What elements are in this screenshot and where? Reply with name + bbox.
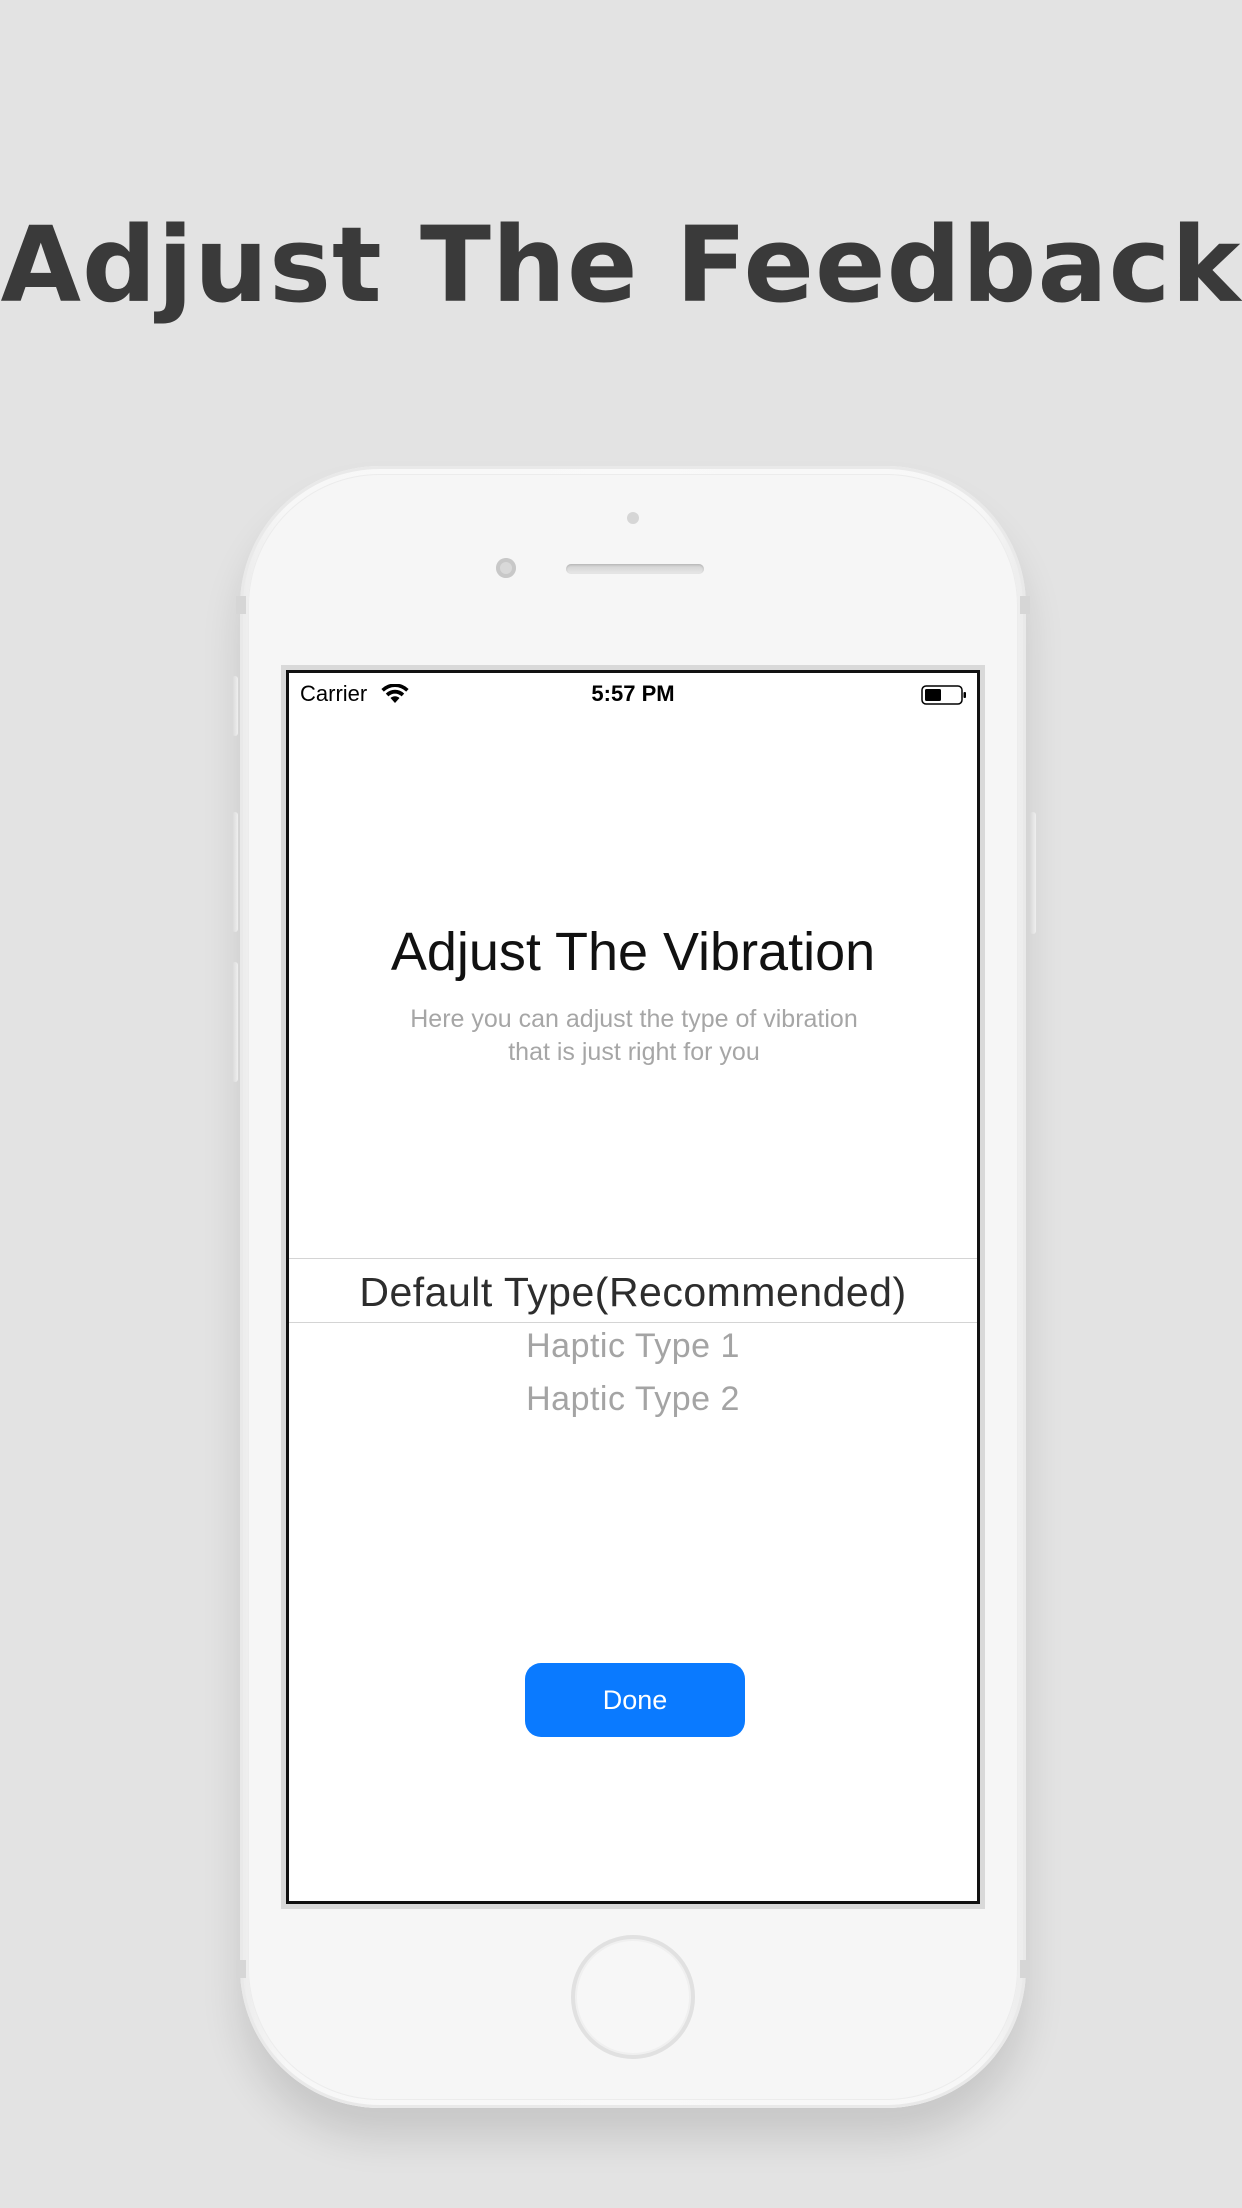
proximity-sensor (627, 512, 639, 524)
phone-screen: Carrier 5:57 PM Adjust The Vibration Her… (286, 670, 980, 1904)
screen-subtitle: Here you can adjust the type of vibratio… (349, 1003, 919, 1069)
mute-switch (232, 676, 238, 736)
antenna-band (1020, 1960, 1030, 1978)
done-button[interactable]: Done (525, 1663, 745, 1737)
earpiece-speaker (566, 564, 704, 574)
status-time: 5:57 PM (591, 681, 675, 706)
subtitle-line: that is just right for you (508, 1038, 760, 1066)
antenna-band (1020, 596, 1030, 614)
picker-selection-bottom-line (289, 1322, 977, 1323)
picker-option[interactable]: Haptic Type 1 (289, 1327, 977, 1366)
battery-icon (921, 685, 966, 705)
volume-up-button (232, 812, 238, 932)
picker-selected-option[interactable]: Default Type(Recommended) (289, 1269, 977, 1316)
volume-down-button (232, 962, 238, 1082)
picker-option[interactable]: Haptic Type 2 (289, 1380, 977, 1419)
picker-selection-top-line (289, 1258, 977, 1259)
home-button (571, 1935, 695, 2059)
antenna-band (236, 1960, 246, 1978)
antenna-band (236, 596, 246, 614)
status-bar: Carrier 5:57 PM (289, 673, 977, 713)
front-camera-icon (496, 558, 516, 578)
promo-headline: Adjust The Feedback (0, 204, 1242, 326)
power-button (1030, 812, 1036, 934)
screen-title: Adjust The Vibration (390, 922, 876, 982)
subtitle-line: Here you can adjust the type of vibratio… (410, 1005, 858, 1033)
